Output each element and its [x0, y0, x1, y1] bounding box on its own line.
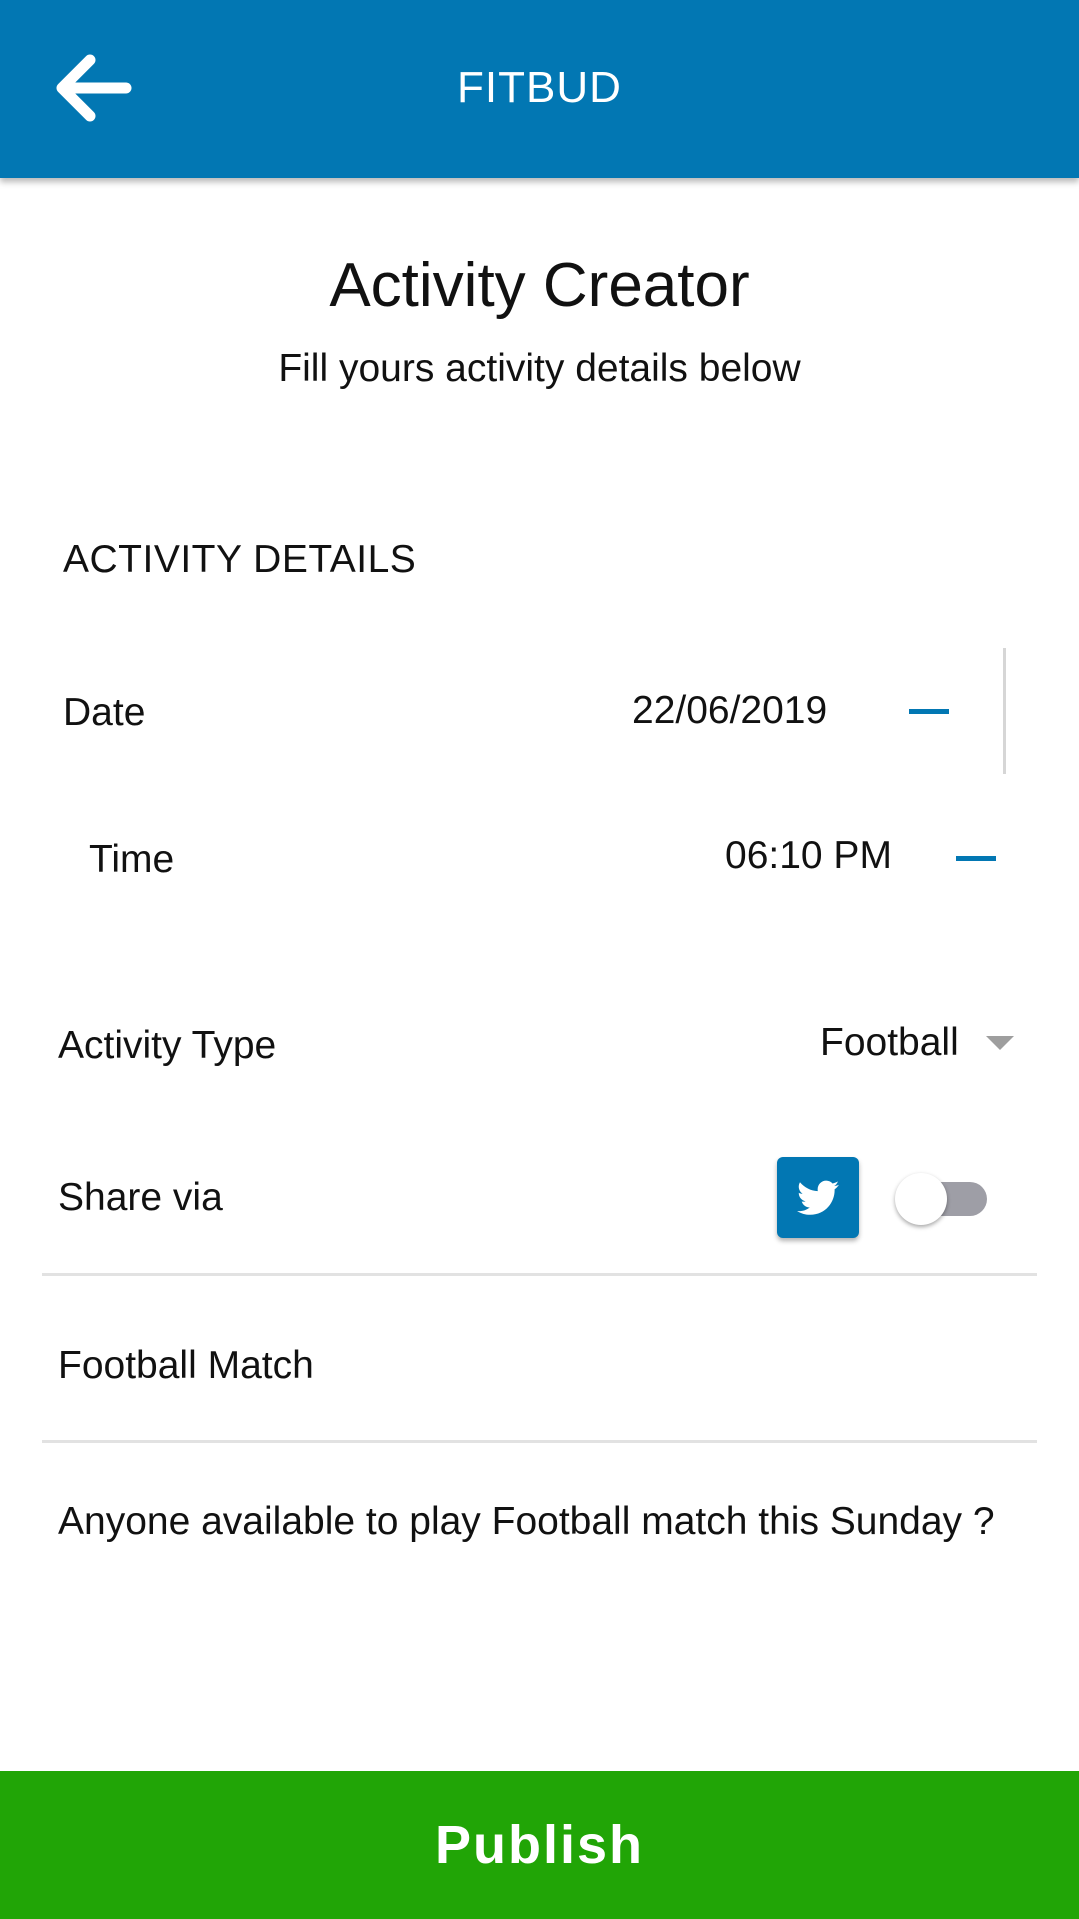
date-label: Date — [63, 691, 146, 734]
divider — [42, 1440, 1037, 1443]
time-value[interactable]: 06:10 PM — [725, 831, 892, 881]
activity-title-field[interactable]: Football Match — [58, 1341, 1018, 1391]
activity-type-select[interactable]: Football — [820, 1018, 959, 1068]
date-divider — [1003, 648, 1006, 774]
twitter-share-button[interactable] — [777, 1157, 859, 1238]
activity-type-label: Activity Type — [58, 1024, 277, 1067]
date-value[interactable]: 22/06/2019 — [632, 686, 827, 736]
time-minus-icon[interactable] — [956, 856, 996, 861]
activity-description-field[interactable]: Anyone available to play Football match … — [58, 1497, 1018, 1547]
page-title: Activity Creator — [329, 251, 750, 320]
page-subtitle: Fill yours activity details below — [278, 347, 801, 390]
time-label: Time — [89, 838, 175, 881]
section-header: ACTIVITY DETAILS — [63, 538, 417, 581]
twitter-icon — [797, 1180, 839, 1215]
date-minus-icon[interactable] — [909, 709, 949, 714]
divider — [42, 1273, 1037, 1276]
toggle-thumb — [895, 1173, 947, 1225]
app-title: FITBUD — [457, 63, 622, 112]
share-via-label: Share via — [58, 1176, 223, 1219]
app-bar: FITBUD — [0, 0, 1079, 178]
share-toggle[interactable] — [895, 1173, 991, 1225]
dropdown-caret-icon[interactable] — [986, 1036, 1014, 1050]
publish-button[interactable]: Publish — [0, 1771, 1079, 1919]
